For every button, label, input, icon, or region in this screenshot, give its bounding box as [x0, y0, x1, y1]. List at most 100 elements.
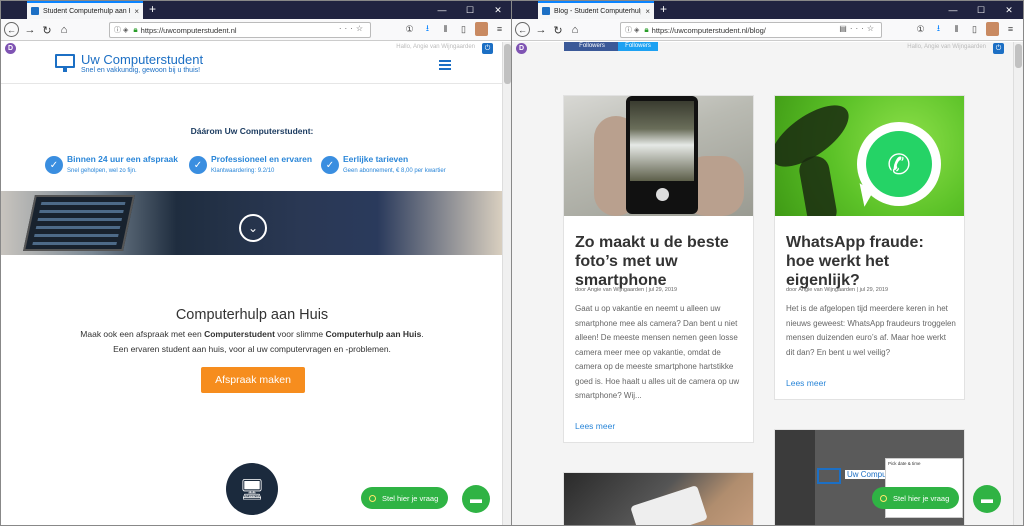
blog-post-card[interactable]	[563, 472, 754, 525]
forward-icon[interactable]: →	[533, 22, 549, 38]
back-icon[interactable]: ←	[4, 22, 19, 37]
nav-bar: ← → ↻ ⌂ ⓘ ◈ 🔒︎ https://uwcomputerstudent…	[1, 19, 512, 41]
post-excerpt: Het is de afgelopen tijd meerdere keren …	[786, 304, 956, 357]
menu-icon[interactable]: ≡	[493, 22, 506, 36]
close-window-icon[interactable]: ✕	[995, 1, 1023, 19]
library-icon[interactable]: ⫴	[950, 22, 963, 36]
new-tab-button[interactable]: +	[660, 2, 667, 16]
post-image-website[interactable]: Uw Computerstudent Pick date & time	[775, 430, 964, 525]
check-icon: ✓	[189, 156, 207, 174]
library-icon[interactable]: ⫴	[439, 22, 452, 36]
monitor-feature-icon: 🖥︎	[226, 463, 278, 515]
url-text: https://uwcomputerstudent.nl/blog/	[651, 25, 766, 35]
info-icon[interactable]: ⓘ	[625, 25, 632, 35]
section-text: Maak ook een afspraak met een Computerst…	[80, 329, 424, 354]
close-window-icon[interactable]: ✕	[484, 1, 512, 19]
minimize-icon[interactable]: —	[939, 1, 967, 19]
browser-window-left: Student Computerhulp aan Hu × + — ☐ ✕ ← …	[0, 0, 513, 526]
maximize-icon[interactable]: ☐	[967, 1, 995, 19]
page-content: D Hallo, Angie van Wijngaarden ⏻ Uw Comp…	[1, 42, 503, 525]
reload-icon[interactable]: ↻	[550, 22, 566, 38]
sidebar-icon[interactable]: ▯	[457, 22, 470, 36]
window-controls: — ☐ ✕	[428, 1, 512, 19]
chat-prompt-button[interactable]: Stel hier je vraag	[872, 487, 960, 509]
read-more-link[interactable]: Lees meer	[575, 421, 615, 431]
site-tagline: Snel en vakkundig, gewoon bij u thuis!	[81, 67, 201, 74]
site-header: Uw Computerstudent Snel en vakkundig, ge…	[1, 52, 503, 84]
favicon-icon	[31, 7, 39, 15]
post-meta: door Angie van Wijngaarden | jul 29, 201…	[575, 287, 678, 293]
extension-icon[interactable]: ①	[403, 22, 416, 36]
tab-blog[interactable]: Blog - Student Computerhulp ×	[538, 1, 654, 19]
page-content: D Hallo, Angie van Wijngaarden ⏻ Followe…	[512, 42, 1014, 525]
scrollbar[interactable]	[1013, 42, 1023, 525]
online-status-icon	[880, 494, 887, 502]
browser-window-right: Blog - Student Computerhulp × + — ☐ ✕ ← …	[511, 0, 1024, 526]
site-brand[interactable]: Uw Computerstudent	[81, 52, 203, 67]
monitor-logo-icon[interactable]	[55, 54, 75, 68]
home-icon[interactable]: ⌂	[567, 22, 583, 38]
shield-icon[interactable]: ◈	[634, 26, 639, 34]
chat-prompt-button[interactable]: Stel hier je vraag	[361, 487, 449, 509]
appointment-button[interactable]: Afspraak maken	[201, 367, 305, 393]
post-meta: door Angie van Wijngaarden | jul 29, 201…	[786, 287, 889, 293]
chat-bubble-icon[interactable]: ▬	[973, 485, 1001, 513]
page-action-icons[interactable]: ▤···☆	[839, 24, 877, 33]
tab-title: Student Computerhulp aan Hu	[43, 7, 131, 15]
back-icon[interactable]: ←	[515, 22, 530, 37]
reload-icon[interactable]: ↻	[39, 22, 55, 38]
url-text: https://uwcomputerstudent.nl	[140, 25, 237, 35]
maximize-icon[interactable]: ☐	[456, 1, 484, 19]
tab-title: Blog - Student Computerhulp	[554, 7, 642, 15]
scroll-down-icon[interactable]: ⌄	[239, 214, 267, 242]
page-action-icons[interactable]: ···☆	[339, 24, 366, 33]
admin-greeting: Hallo, Angie van Wijngaarden	[396, 44, 475, 50]
extension-icon[interactable]: ①	[914, 22, 927, 36]
url-bar[interactable]: ⓘ ◈ 🔒︎ https://uwcomputerstudent.nl ···☆	[109, 22, 371, 38]
check-icon: ✓	[321, 156, 339, 174]
tab-home[interactable]: Student Computerhulp aan Hu ×	[27, 1, 143, 19]
profile-icon[interactable]	[475, 22, 488, 36]
usp-subtitle: Geen abonnement, € 8,00 per kwartier	[343, 168, 446, 174]
shield-icon[interactable]: ◈	[123, 26, 128, 34]
post-image-photo[interactable]	[564, 96, 753, 216]
favicon-icon	[542, 7, 550, 15]
blog-post-card[interactable]: Uw Computerstudent Pick date & time	[774, 429, 965, 525]
sidebar-icon[interactable]: ▯	[968, 22, 981, 36]
home-icon[interactable]: ⌂	[56, 22, 72, 38]
profile-icon[interactable]	[986, 22, 999, 36]
usp-title: Binnen 24 uur een afspraak	[67, 154, 179, 164]
post-title[interactable]: WhatsApp fraude: hoe werkt het eigenlijk…	[786, 233, 956, 290]
social-follow-row: Followers Followers	[512, 42, 1014, 52]
forward-icon[interactable]: →	[22, 22, 38, 38]
download-icon[interactable]: ⭳	[932, 22, 945, 36]
follow-button-twitter[interactable]: Followers	[618, 42, 658, 51]
post-title[interactable]: Zo maakt u de beste foto’s met uw smartp…	[575, 233, 745, 290]
menu-icon[interactable]: ≡	[1004, 22, 1017, 36]
laptop-image	[23, 195, 135, 251]
tab-close-icon[interactable]: ×	[645, 7, 650, 16]
post-image-phone-hands[interactable]	[564, 473, 753, 525]
url-bar[interactable]: ⓘ ◈ 🔒︎ https://uwcomputerstudent.nl/blog…	[620, 22, 882, 38]
new-tab-button[interactable]: +	[149, 2, 156, 16]
info-icon[interactable]: ⓘ	[114, 25, 121, 35]
online-status-icon	[369, 494, 376, 502]
follow-button-facebook[interactable]: Followers	[564, 42, 620, 51]
chat-bubble-icon[interactable]: ▬	[462, 485, 490, 513]
read-more-link[interactable]: Lees meer	[786, 378, 826, 388]
window-controls: — ☐ ✕	[939, 1, 1023, 19]
minimize-icon[interactable]: —	[428, 1, 456, 19]
lock-icon: 🔒︎	[644, 25, 649, 34]
blog-post-card[interactable]: ✆ WhatsApp fraude: hoe werkt het eigenli…	[774, 95, 965, 400]
usp-heading: Dáárom Uw Computerstudent:	[190, 126, 314, 136]
download-icon[interactable]: ⭳	[421, 22, 434, 36]
smartphone-image	[626, 96, 698, 214]
hamburger-menu-icon[interactable]	[439, 60, 451, 72]
blog-post-card[interactable]: Zo maakt u de beste foto’s met uw smartp…	[563, 95, 754, 443]
lock-icon: 🔒︎	[133, 25, 138, 34]
usp-title: Professioneel en ervaren	[211, 154, 313, 164]
post-image-whatsapp[interactable]: ✆	[775, 96, 964, 216]
nav-bar: ← → ↻ ⌂ ⓘ ◈ 🔒︎ https://uwcomputerstudent…	[512, 19, 1023, 41]
tab-close-icon[interactable]: ×	[134, 7, 139, 16]
check-icon: ✓	[45, 156, 63, 174]
